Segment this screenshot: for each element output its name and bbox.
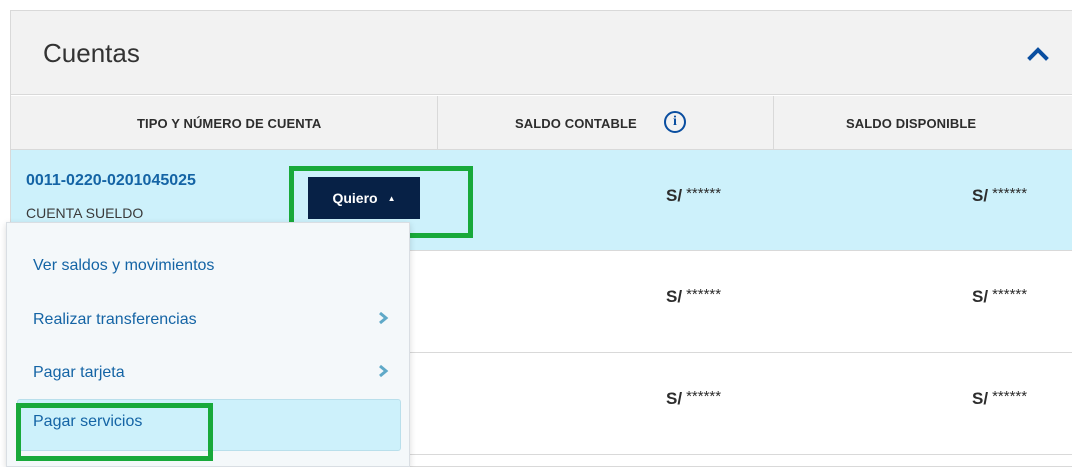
masked-amount: ****** bbox=[686, 388, 722, 405]
masked-amount: ****** bbox=[686, 286, 722, 303]
column-header-ledger-label: SALDO CONTABLE bbox=[515, 116, 637, 131]
masked-amount: ****** bbox=[992, 185, 1028, 202]
currency: S/ bbox=[972, 389, 989, 408]
quiero-button[interactable]: Quiero ▲ bbox=[308, 177, 420, 219]
chevron-right-icon bbox=[377, 311, 389, 325]
quiero-button-label: Quiero bbox=[332, 190, 378, 206]
currency: S/ bbox=[972, 186, 989, 205]
currency: S/ bbox=[666, 186, 683, 205]
currency: S/ bbox=[666, 389, 683, 408]
menu-item-ver-saldos[interactable]: Ver saldos y movimientos bbox=[7, 243, 409, 291]
quiero-dropdown-menu: Ver saldos y movimientos Realizar transf… bbox=[6, 222, 410, 467]
menu-item-label: Ver saldos y movimientos bbox=[33, 257, 215, 274]
accounts-panel-header[interactable]: Cuentas bbox=[11, 11, 1072, 95]
column-header-available-balance: SALDO DISPONIBLE bbox=[774, 96, 1072, 150]
ledger-balance: S/****** bbox=[666, 388, 722, 409]
column-header-account-label: TIPO Y NÚMERO DE CUENTA bbox=[137, 116, 322, 131]
currency: S/ bbox=[666, 287, 683, 306]
available-balance: S/****** bbox=[972, 286, 1028, 307]
panel-title: Cuentas bbox=[43, 38, 140, 68]
menu-item-label: Pagar tarjeta bbox=[33, 364, 125, 381]
account-number-link[interactable]: 0011-0220-0201045025 bbox=[26, 172, 196, 190]
menu-item-pagar-tarjeta[interactable]: Pagar tarjeta bbox=[7, 350, 409, 398]
account-type: CUENTA SUELDO bbox=[26, 205, 144, 221]
column-header-ledger-balance: SALDO CONTABLE i bbox=[438, 96, 774, 150]
info-icon[interactable]: i bbox=[664, 111, 686, 133]
column-header-account: TIPO Y NÚMERO DE CUENTA bbox=[11, 96, 438, 150]
caret-up-icon: ▲ bbox=[387, 193, 396, 203]
ledger-balance: S/****** bbox=[666, 185, 722, 206]
available-balance: S/****** bbox=[972, 388, 1028, 409]
menu-item-label: Pagar servicios bbox=[33, 413, 143, 430]
masked-amount: ****** bbox=[686, 185, 722, 202]
chevron-up-icon[interactable] bbox=[1026, 41, 1050, 65]
menu-item-transferencias[interactable]: Realizar transferencias bbox=[7, 297, 409, 345]
currency: S/ bbox=[972, 287, 989, 306]
masked-amount: ****** bbox=[992, 286, 1028, 303]
available-balance: S/****** bbox=[972, 185, 1028, 206]
masked-amount: ****** bbox=[992, 388, 1028, 405]
column-header-available-label: SALDO DISPONIBLE bbox=[846, 116, 977, 131]
chevron-right-icon bbox=[377, 364, 389, 378]
menu-item-label: Realizar transferencias bbox=[33, 311, 197, 328]
menu-item-pagar-servicios[interactable]: Pagar servicios bbox=[17, 399, 401, 451]
ledger-balance: S/****** bbox=[666, 286, 722, 307]
